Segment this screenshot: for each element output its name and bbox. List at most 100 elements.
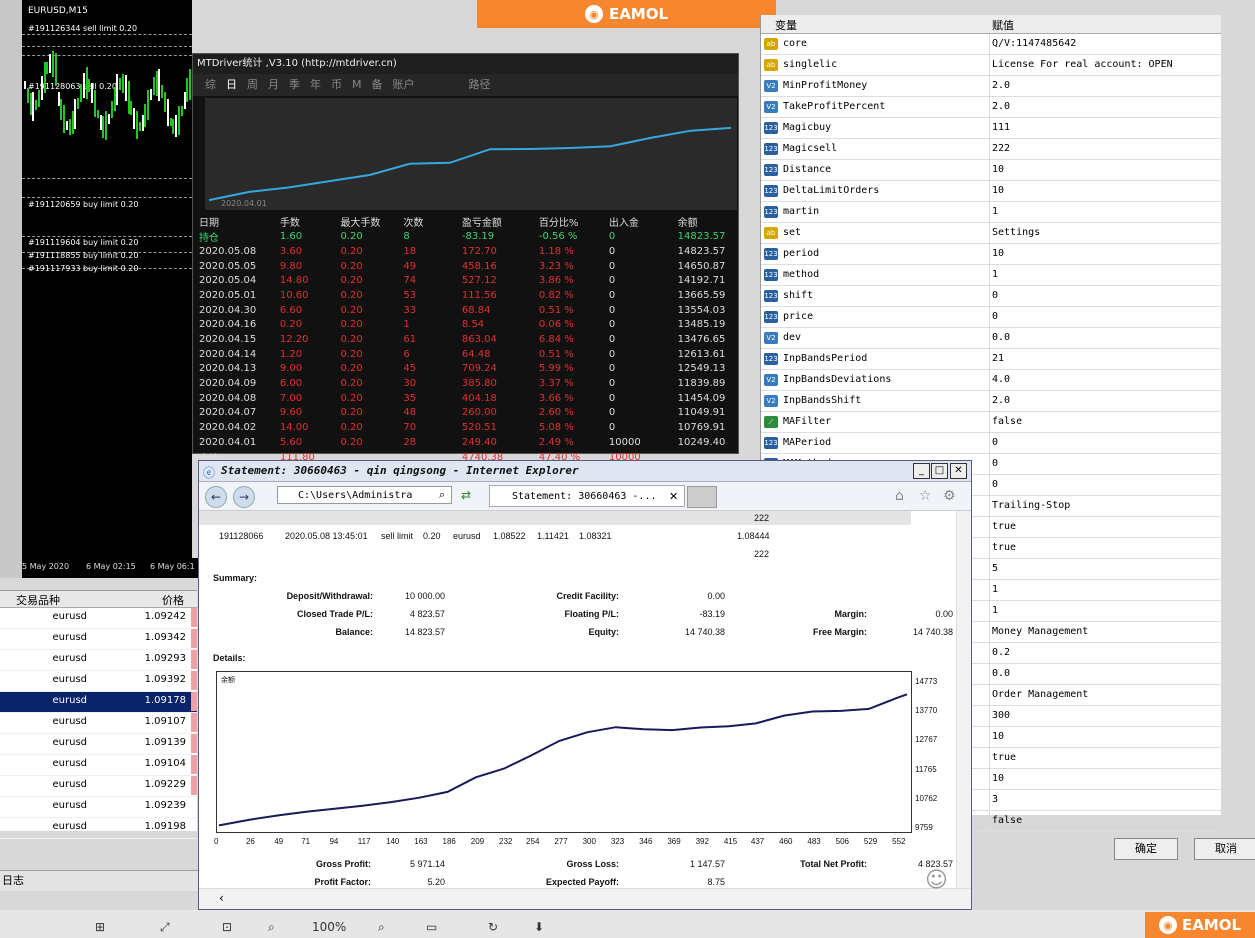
- vertical-scrollbar[interactable]: [956, 511, 971, 889]
- mtdriver-tab[interactable]: 路径: [469, 78, 491, 91]
- order-line-label[interactable]: #191119604 buy limit 0.20: [28, 238, 138, 247]
- input-value[interactable]: 0: [992, 458, 998, 469]
- input-value[interactable]: 2.0: [992, 395, 1010, 406]
- col-value[interactable]: 赋值: [992, 17, 1014, 33]
- mtdriver-tab[interactable]: M: [352, 78, 362, 91]
- input-row[interactable]: 123 shift 0: [761, 286, 1221, 307]
- input-row[interactable]: 123 martin 1: [761, 202, 1221, 223]
- minimize-button[interactable]: _: [913, 463, 930, 479]
- input-value[interactable]: 0.0: [992, 332, 1010, 343]
- order-line-label[interactable]: #191126344 sell limit 0.20: [28, 24, 137, 33]
- order-line-label[interactable]: #191117933 buy limit 0.20: [28, 264, 138, 273]
- market-watch-row[interactable]: eurusd 1.09293: [0, 650, 197, 671]
- input-row[interactable]: V2 InpBandsDeviations 4.0: [761, 370, 1221, 391]
- input-value[interactable]: 21: [992, 353, 1004, 364]
- search-icon[interactable]: ⌕: [439, 488, 445, 502]
- input-value[interactable]: Trailing-Stop: [992, 500, 1070, 511]
- col-symbol[interactable]: 交易品种: [0, 592, 60, 608]
- input-value[interactable]: 300: [992, 710, 1010, 721]
- refresh-icon[interactable]: ⇄: [461, 488, 471, 502]
- mtdriver-tab[interactable]: 周: [247, 78, 258, 91]
- input-row[interactable]: 123 DeltaLimitOrders 10: [761, 181, 1221, 202]
- input-value[interactable]: License For real account: OPEN: [992, 59, 1173, 70]
- input-row[interactable]: 123 price 0: [761, 307, 1221, 328]
- market-watch-row[interactable]: eurusd 1.09392: [0, 671, 197, 692]
- market-watch-row[interactable]: eurusd 1.09104: [0, 755, 197, 776]
- input-value[interactable]: 111: [992, 122, 1010, 133]
- input-value[interactable]: 222: [992, 143, 1010, 154]
- price-chart[interactable]: EURUSD,M15 #191126344 sell limit 0.20 #1…: [22, 0, 192, 578]
- input-value[interactable]: 3: [992, 794, 998, 805]
- close-button[interactable]: ✕: [950, 463, 967, 479]
- cancel-button[interactable]: 取消: [1194, 838, 1255, 860]
- favorites-icon[interactable]: ☆: [919, 488, 932, 504]
- page-icon[interactable]: ▭: [426, 920, 437, 934]
- input-value[interactable]: 10: [992, 773, 1004, 784]
- market-watch-row[interactable]: eurusd 1.09139: [0, 734, 197, 755]
- input-value[interactable]: 1: [992, 206, 998, 217]
- input-value[interactable]: false: [992, 416, 1022, 427]
- ok-button[interactable]: 确定: [1114, 838, 1178, 860]
- forward-icon[interactable]: →: [233, 486, 255, 508]
- input-row[interactable]: 123 Magicbuy 111: [761, 118, 1221, 139]
- zoom-icon[interactable]: ⌕: [268, 920, 275, 935]
- input-row[interactable]: V2 InpBandsShift 2.0: [761, 391, 1221, 412]
- input-row[interactable]: 123 method 1: [761, 265, 1221, 286]
- back-icon[interactable]: ←: [205, 486, 227, 508]
- input-value[interactable]: 0.2: [992, 647, 1010, 658]
- input-row[interactable]: V2 dev 0.0: [761, 328, 1221, 349]
- input-value[interactable]: 0.0: [992, 668, 1010, 679]
- input-value[interactable]: true: [992, 521, 1016, 532]
- input-value[interactable]: 2.0: [992, 101, 1010, 112]
- mtdriver-tab[interactable]: 综: [205, 78, 216, 91]
- input-value[interactable]: Money Management: [992, 626, 1088, 637]
- home-icon[interactable]: ⌂: [895, 488, 904, 504]
- input-value[interactable]: Order Management: [992, 689, 1088, 700]
- market-watch-row[interactable]: eurusd 1.09178: [0, 692, 197, 713]
- ie-titlebar[interactable]: ⓔ Statement: 30660463 - qin qingsong - I…: [199, 461, 971, 482]
- input-value[interactable]: 0: [992, 290, 998, 301]
- expand-icon[interactable]: ⤢: [160, 920, 170, 935]
- rotate-icon[interactable]: ↻: [488, 920, 498, 934]
- mtdriver-tab[interactable]: 季: [289, 78, 300, 91]
- new-tab-button[interactable]: [687, 486, 717, 508]
- market-watch-row[interactable]: eurusd 1.09198: [0, 818, 197, 839]
- input-value[interactable]: 2.0: [992, 80, 1010, 91]
- input-value[interactable]: Q/V:1147485642: [992, 38, 1076, 49]
- input-row[interactable]: ab singlelic License For real account: OPE…: [761, 55, 1221, 76]
- zoom-out-icon[interactable]: ⌕: [378, 920, 385, 935]
- input-row[interactable]: 123 Magicsell 222: [761, 139, 1221, 160]
- mtdriver-tab[interactable]: 币: [331, 78, 342, 91]
- market-watch-row[interactable]: eurusd 1.09229: [0, 776, 197, 797]
- input-row[interactable]: 123 period 10: [761, 244, 1221, 265]
- market-watch-row[interactable]: eurusd 1.09107: [0, 713, 197, 734]
- input-value[interactable]: true: [992, 542, 1016, 553]
- scroll-left-icon[interactable]: ‹: [219, 891, 224, 905]
- input-value[interactable]: 10: [992, 248, 1004, 259]
- journal-tab[interactable]: 日志: [0, 870, 202, 891]
- market-watch-row[interactable]: eurusd 1.09242: [0, 608, 197, 629]
- input-value[interactable]: false: [992, 815, 1022, 826]
- market-watch-row[interactable]: eurusd 1.09239: [0, 797, 197, 818]
- input-row[interactable]: 123 InpBandsPeriod 21: [761, 349, 1221, 370]
- mtdriver-tab[interactable]: 账户: [393, 78, 415, 91]
- input-value[interactable]: 10: [992, 164, 1004, 175]
- col-variable[interactable]: 变量: [775, 17, 797, 33]
- mtdriver-tab[interactable]: 备: [372, 78, 383, 91]
- market-watch-row[interactable]: eurusd 1.09342: [0, 629, 197, 650]
- mtdriver-tab[interactable]: 日: [226, 78, 237, 91]
- input-value[interactable]: 4.0: [992, 374, 1010, 385]
- input-value[interactable]: 10: [992, 185, 1004, 196]
- input-value[interactable]: Settings: [992, 227, 1040, 238]
- input-value[interactable]: 0: [992, 311, 998, 322]
- close-tab-icon[interactable]: ✕: [669, 490, 678, 503]
- input-row[interactable]: V2 MinProfitMoney 2.0: [761, 76, 1221, 97]
- input-row[interactable]: ⟋ MAFilter false: [761, 412, 1221, 433]
- order-line-label[interactable]: #191120659 buy limit 0.20: [28, 200, 138, 209]
- input-row[interactable]: 123 Distance 10: [761, 160, 1221, 181]
- input-value[interactable]: true: [992, 752, 1016, 763]
- input-value[interactable]: 1: [992, 605, 998, 616]
- input-value[interactable]: 10: [992, 731, 1004, 742]
- input-row[interactable]: ab set Settings: [761, 223, 1221, 244]
- input-value[interactable]: 5: [992, 563, 998, 574]
